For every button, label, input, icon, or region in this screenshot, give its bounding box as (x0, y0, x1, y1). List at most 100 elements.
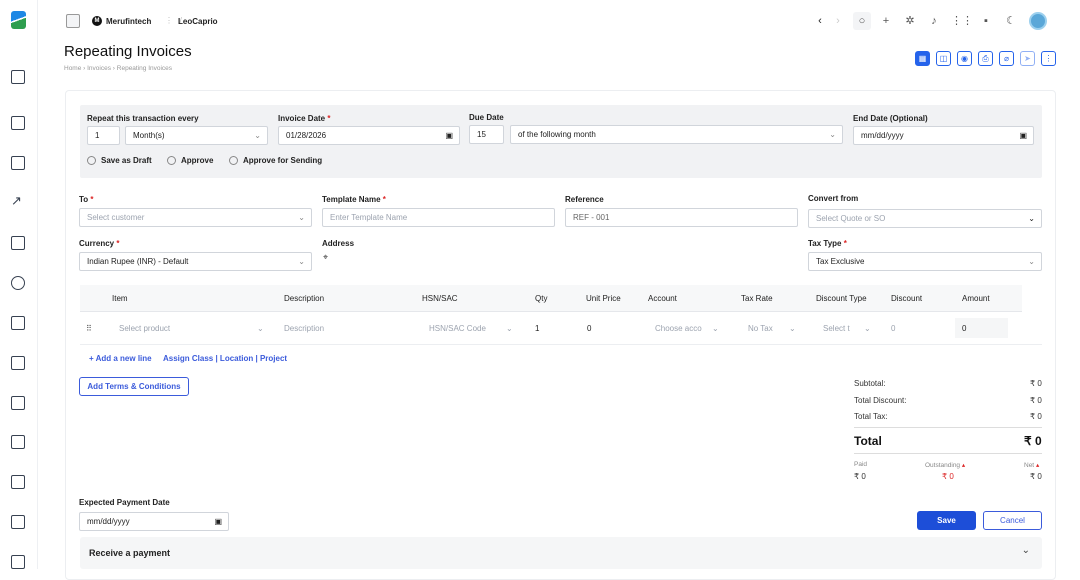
discount-type-select[interactable]: Select t (823, 324, 850, 333)
receive-payment-label: Receive a payment (89, 548, 171, 558)
clock-icon[interactable] (11, 276, 25, 290)
product-select[interactable]: Select product (119, 324, 170, 333)
location-pin-icon[interactable]: ⌖ (323, 252, 328, 263)
trend-icon[interactable]: ↗ (11, 193, 22, 209)
invoice-date-label: Invoice Date * (278, 114, 331, 123)
send-button[interactable]: ➤ (1020, 51, 1035, 66)
convert-select[interactable]: Select Quote or SO ⌄ (808, 209, 1042, 228)
chevron-down-icon: ⌄ (254, 131, 261, 140)
bag-icon[interactable] (11, 236, 25, 250)
calendar-icon[interactable]: ▣ (1019, 127, 1027, 144)
subtotal-label: Subtotal: (854, 379, 886, 388)
hsn-select[interactable]: HSN/SAC Code (429, 324, 486, 333)
unit-price-input[interactable]: 0 (587, 324, 591, 333)
calendar-icon[interactable]: ▣ (445, 127, 453, 144)
paid-value: ₹ 0 (854, 472, 866, 481)
breadcrumb-invoices[interactable]: Invoices (87, 65, 111, 72)
radio-save-draft[interactable]: Save as Draft (87, 156, 152, 165)
add-terms-button[interactable]: Add Terms & Conditions (79, 377, 189, 396)
archive-icon[interactable] (11, 316, 25, 330)
col-item: Item (112, 294, 128, 303)
dollar-icon[interactable] (11, 435, 25, 449)
apps-grid-icon[interactable]: ⋮⋮ (951, 12, 973, 30)
expected-date-label: Expected Payment Date (79, 498, 170, 507)
breadcrumb-home[interactable]: Home (64, 65, 81, 72)
col-qty: Qty (535, 294, 548, 303)
currency-select[interactable]: Indian Rupee (INR) - Default ⌄ (79, 252, 312, 271)
page-title: Repeating Invoices (64, 43, 192, 60)
preview-button[interactable]: ◉ (957, 51, 972, 66)
user-switcher[interactable]: LeoCaprio (178, 17, 218, 26)
address-label: Address (322, 239, 355, 248)
toggle-sidebar-icon[interactable] (66, 14, 80, 28)
tax-type-select[interactable]: Tax Exclusive ⌄ (808, 252, 1042, 271)
due-days-input[interactable]: 15 (469, 125, 504, 144)
calendar-icon[interactable]: ▣ (214, 513, 222, 530)
row-divider (80, 344, 1042, 345)
list-icon[interactable] (11, 555, 25, 569)
repeat-label: Repeat this transaction every (87, 114, 199, 123)
discount-label: Total Discount: (854, 396, 907, 405)
breadcrumb-current: Repeating Invoices (116, 65, 173, 72)
customer-select[interactable]: Select customer ⌄ (79, 208, 312, 227)
plus-icon[interactable]: + (877, 12, 895, 30)
template-label: Template Name * (322, 195, 386, 204)
grid-view-button[interactable]: ▦ (915, 51, 930, 66)
dark-mode-icon[interactable]: ☾ (1002, 12, 1020, 30)
end-date-input[interactable]: mm/dd/yyyy ▣ (853, 126, 1034, 145)
tax-type-label: Tax Type * (808, 239, 847, 248)
repeat-unit-value: Month(s) (133, 131, 165, 140)
org-switcher[interactable]: Merufintech (106, 17, 151, 26)
truck-icon[interactable] (11, 475, 25, 489)
receive-payment-panel[interactable]: Receive a payment ⌄ (80, 537, 1042, 569)
assign-class-link[interactable]: Assign Class | Location | Project (163, 354, 287, 363)
org-avatar: M (92, 16, 102, 26)
repeat-count-input[interactable]: 1 (87, 126, 120, 145)
sparkle-icon[interactable]: ✲ (901, 12, 919, 30)
search-icon[interactable]: ○ (853, 12, 871, 30)
dashboard-icon[interactable] (11, 70, 25, 84)
qty-input[interactable]: 1 (535, 324, 539, 333)
currency-label: Currency * (79, 239, 120, 248)
table-header (80, 285, 1022, 312)
tax-rate-select[interactable]: No Tax (748, 324, 773, 333)
template-name-input[interactable]: Enter Template Name (322, 208, 555, 227)
document-icon[interactable] (11, 515, 25, 529)
notifications-icon[interactable]: ▪ (977, 12, 995, 30)
discount-input[interactable]: 0 (891, 324, 895, 333)
invoice-icon[interactable] (11, 116, 25, 130)
mic-icon[interactable]: ♪ (925, 12, 943, 30)
bills-icon[interactable] (11, 156, 25, 170)
subtotal-value: ₹ 0 (1030, 379, 1042, 388)
forward-icon[interactable]: › (829, 12, 847, 30)
attach-button[interactable]: ⌀ (999, 51, 1014, 66)
repeat-unit-select[interactable]: Month(s) ⌄ (125, 126, 268, 145)
account-select[interactable]: Choose acco (655, 324, 702, 333)
amount-value: 0 (962, 324, 967, 333)
add-line-link[interactable]: + Add a new line (89, 354, 152, 363)
chevron-down-icon[interactable]: ⌄ (1022, 545, 1030, 556)
radio-approve-sending[interactable]: Approve for Sending (229, 156, 322, 165)
report-icon[interactable] (11, 396, 25, 410)
save-button[interactable]: Save (917, 511, 976, 530)
description-input[interactable]: Description (284, 324, 324, 333)
total-value: ₹ 0 (1024, 434, 1042, 448)
drag-handle-icon[interactable]: ⠿ (86, 324, 92, 333)
reference-label: Reference (565, 195, 604, 204)
col-unit-price: Unit Price (586, 294, 621, 303)
due-term-select[interactable]: of the following month ⌄ (510, 125, 843, 144)
net-label: Net ▴ (1024, 462, 1040, 469)
radio-approve[interactable]: Approve (167, 156, 213, 165)
to-label: To * (79, 195, 94, 204)
user-avatar[interactable] (1029, 12, 1047, 30)
more-button[interactable]: ⋮ (1041, 51, 1056, 66)
package-icon[interactable] (11, 356, 25, 370)
print-button[interactable]: ⎙ (978, 51, 993, 66)
back-icon[interactable]: ‹ (811, 12, 829, 30)
invoice-date-input[interactable]: 01/28/2026 ▣ (278, 126, 460, 145)
net-value: ₹ 0 (1030, 472, 1042, 481)
reference-input[interactable]: REF - 001 (565, 208, 798, 227)
expected-date-input[interactable]: mm/dd/yyyy ▣ (79, 512, 229, 531)
split-view-button[interactable]: ◫ (936, 51, 951, 66)
cancel-button[interactable]: Cancel (983, 511, 1042, 530)
